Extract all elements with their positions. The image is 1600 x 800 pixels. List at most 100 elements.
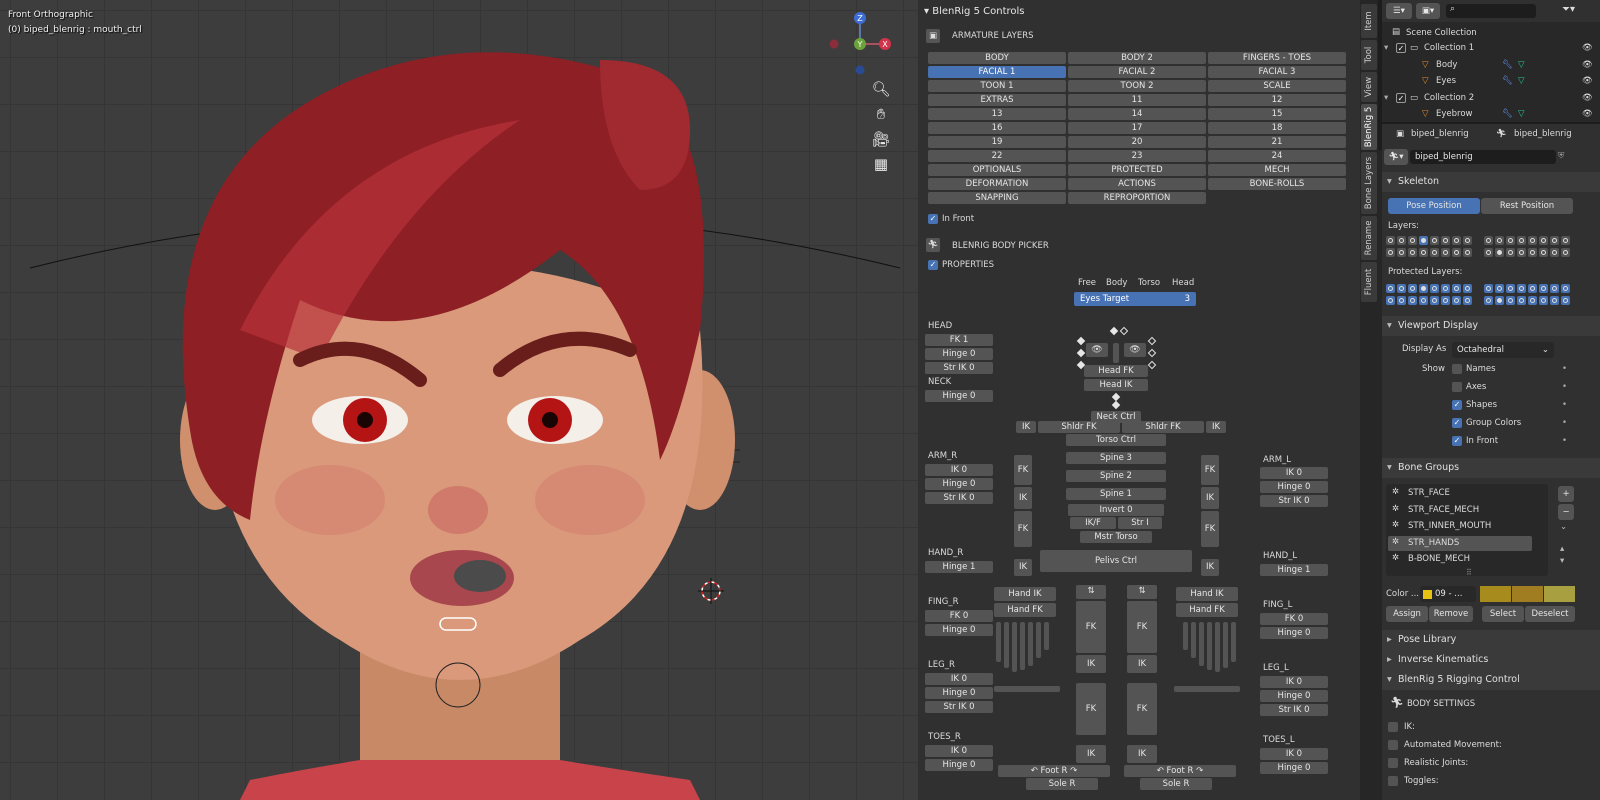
layer-button[interactable]: SCALE xyxy=(1208,80,1346,92)
bone-groups-panel-header[interactable]: Bone Groups xyxy=(1382,458,1600,478)
visibility-eye-icon[interactable]: 👁︎ xyxy=(1582,109,1593,119)
visibility-eye-icon[interactable]: 👁︎ xyxy=(1582,43,1593,53)
head-r-diamond-2[interactable] xyxy=(1147,348,1157,358)
arm-l-ik-bone[interactable]: IK xyxy=(1201,487,1219,509)
keyframe-dot-icon[interactable]: • xyxy=(1562,400,1567,410)
layer-toggle[interactable] xyxy=(1539,236,1548,245)
setting-toggle[interactable] xyxy=(1388,758,1398,768)
layer-toggle[interactable] xyxy=(1517,248,1526,257)
layer-toggle[interactable] xyxy=(1528,248,1537,257)
show-option-checkbox[interactable] xyxy=(1452,364,1462,374)
foot-r-bone[interactable]: ↶ Foot R ↷ xyxy=(998,765,1110,777)
layer-toggle[interactable] xyxy=(1561,236,1570,245)
layer-toggle[interactable] xyxy=(1550,248,1559,257)
layer-toggle[interactable] xyxy=(1506,248,1515,257)
layer-toggle[interactable] xyxy=(1517,236,1526,245)
leg-r-ik-button[interactable]: IK 0 xyxy=(925,673,993,685)
layer-button[interactable]: PROTECTED xyxy=(1068,164,1206,176)
layer-button[interactable]: EXTRAS xyxy=(928,94,1066,106)
protected-layer-toggle[interactable] xyxy=(1506,284,1515,293)
hand-r-ik-bone[interactable]: Hand IK xyxy=(994,587,1056,601)
keyframe-dot-icon[interactable]: • xyxy=(1562,364,1567,374)
layer-button[interactable]: 15 xyxy=(1208,108,1346,120)
layer-button[interactable]: 23 xyxy=(1068,150,1206,162)
layer-button[interactable]: 21 xyxy=(1208,136,1346,148)
layer-button[interactable]: 22 xyxy=(928,150,1066,162)
mstr-torso-bone[interactable]: Mstr Torso xyxy=(1080,531,1152,543)
layer-toggle[interactable] xyxy=(1397,236,1406,245)
setting-toggle[interactable] xyxy=(1388,776,1398,786)
toes-r-hinge-button[interactable]: Hinge 0 xyxy=(925,759,993,771)
protected-layer-toggle[interactable] xyxy=(1539,296,1548,305)
add-bone-group-button[interactable]: + xyxy=(1558,486,1574,502)
list-resize-handle[interactable]: ⠿ xyxy=(1466,568,1472,577)
protected-layer-toggle[interactable] xyxy=(1495,296,1504,305)
head-mode-body[interactable]: Body xyxy=(1106,278,1127,288)
head-fk-bone[interactable]: Head FK xyxy=(1084,365,1148,377)
outliner-search-input[interactable] xyxy=(1446,4,1536,18)
protected-layer-toggle[interactable] xyxy=(1419,284,1428,293)
protected-layer-toggle[interactable] xyxy=(1441,296,1450,305)
eye-l-icon[interactable]: 👁︎ xyxy=(1124,343,1146,357)
sole-l-bone[interactable]: Sole R xyxy=(1140,778,1212,790)
forearm-l-fk-bone[interactable]: FK xyxy=(1201,511,1219,547)
layer-button[interactable]: 11 xyxy=(1068,94,1206,106)
show-option-checkbox[interactable]: ✓ xyxy=(1452,418,1462,428)
show-option-checkbox[interactable] xyxy=(1452,382,1462,392)
layer-toggle[interactable] xyxy=(1430,248,1439,257)
finger-bones[interactable] xyxy=(988,620,1252,680)
rest-position-button[interactable]: Rest Position xyxy=(1481,198,1573,214)
hip-r-bar[interactable] xyxy=(994,686,1060,692)
fing-l-fk-button[interactable]: FK 0 xyxy=(1260,613,1328,625)
protected-layer-toggle[interactable] xyxy=(1495,284,1504,293)
scene-collection-label[interactable]: Scene Collection xyxy=(1406,28,1477,38)
layer-toggle[interactable] xyxy=(1441,236,1450,245)
layer-button[interactable]: 14 xyxy=(1068,108,1206,120)
layer-toggle[interactable] xyxy=(1539,248,1548,257)
protected-layer-toggle[interactable] xyxy=(1561,284,1570,293)
protected-layer-toggle[interactable] xyxy=(1386,296,1395,305)
shin-l-ik-bone[interactable]: IK xyxy=(1127,745,1157,763)
thigh-l-fk-bone[interactable]: FK xyxy=(1127,601,1157,653)
hand-r-hinge-button[interactable]: Hinge 1 xyxy=(925,561,993,573)
layer-button[interactable]: 19 xyxy=(928,136,1066,148)
str-i-bone[interactable]: Str I xyxy=(1118,517,1162,529)
leg-r-str-ik-button[interactable]: Str IK 0 xyxy=(925,701,993,713)
protected-layer-toggle[interactable] xyxy=(1397,296,1406,305)
deselect-button[interactable]: Deselect xyxy=(1525,606,1575,622)
outliner-item-label[interactable]: Eyes xyxy=(1436,76,1456,86)
head-top-diamond[interactable] xyxy=(1109,326,1119,336)
head-r-diamond-3[interactable] xyxy=(1147,360,1157,370)
leg-l-str-ik-button[interactable]: Str IK 0 xyxy=(1260,704,1328,716)
layer-toggle[interactable] xyxy=(1408,236,1417,245)
keyframe-dot-icon[interactable]: • xyxy=(1562,436,1567,446)
skeleton-panel-header[interactable]: Skeleton xyxy=(1382,172,1600,192)
head-l-diamond-2[interactable] xyxy=(1076,348,1086,358)
keyframe-dot-icon[interactable]: • xyxy=(1562,418,1567,428)
viewport-display-panel-header[interactable]: Viewport Display xyxy=(1382,316,1600,336)
pose-position-button[interactable]: Pose Position xyxy=(1388,198,1480,214)
tab-tool[interactable]: Tool xyxy=(1361,40,1377,70)
layer-toggle[interactable] xyxy=(1452,236,1461,245)
setting-toggle[interactable] xyxy=(1388,740,1398,750)
protected-layer-toggle[interactable] xyxy=(1463,284,1472,293)
layer-button[interactable]: 24 xyxy=(1208,150,1346,162)
layer-toggle[interactable] xyxy=(1463,236,1472,245)
layer-toggle[interactable] xyxy=(1484,248,1493,257)
shin-r-ik-bone[interactable]: IK xyxy=(1076,745,1106,763)
arm-r-fk-bone[interactable]: FK xyxy=(1014,455,1032,485)
layer-button[interactable]: DEFORMATION xyxy=(928,178,1066,190)
shoulder-l-ik-bone[interactable]: IK xyxy=(1206,421,1226,433)
pose-library-panel-header[interactable]: Pose Library xyxy=(1382,630,1600,650)
head-str-ik-button[interactable]: Str IK 0 xyxy=(925,362,993,374)
show-option-checkbox[interactable]: ✓ xyxy=(1452,400,1462,410)
head-ik-bone[interactable]: Head IK xyxy=(1084,379,1148,391)
editor-type-icon[interactable]: ☰▾ xyxy=(1386,3,1412,19)
protected-layer-toggle[interactable] xyxy=(1419,296,1428,305)
head-fk-button[interactable]: FK 1 xyxy=(925,334,993,346)
layer-button[interactable]: BODY xyxy=(928,52,1066,64)
head-r-diamond-1[interactable] xyxy=(1147,336,1157,346)
eyes-target-slider[interactable]: Eyes Target 3 xyxy=(1074,292,1196,306)
layer-button[interactable]: TOON 1 xyxy=(928,80,1066,92)
forearm-r-ik-bone[interactable]: IK xyxy=(1014,559,1032,576)
